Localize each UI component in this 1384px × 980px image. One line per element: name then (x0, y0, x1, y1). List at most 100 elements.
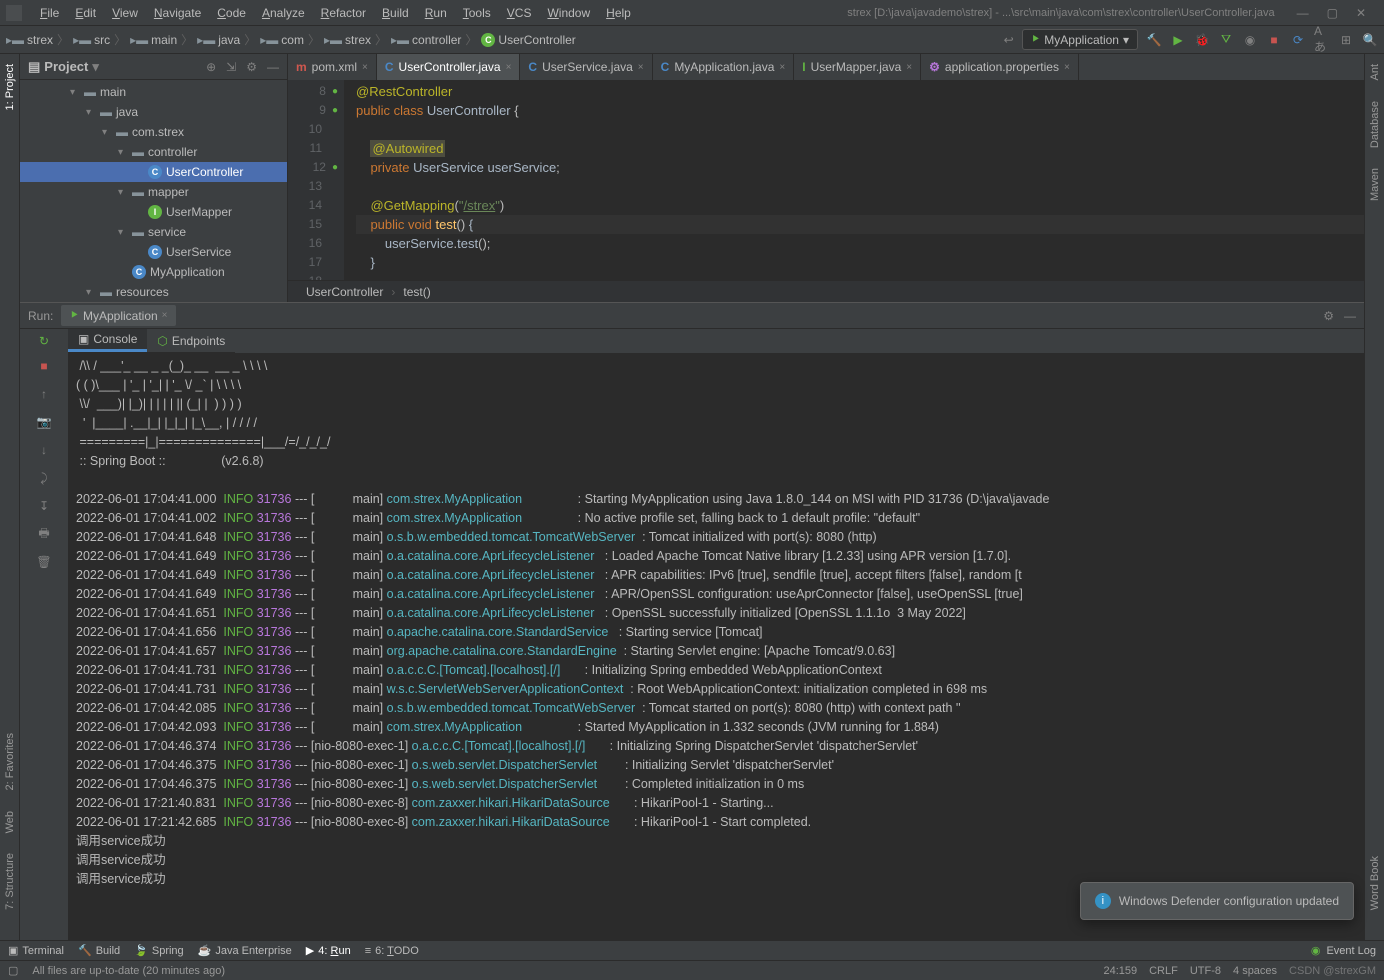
tab-application-properties[interactable]: ⚙application.properties× (921, 54, 1079, 80)
tree-item-resources[interactable]: ▾▬resources (20, 282, 287, 302)
watermark: CSDN @strexGM (1289, 965, 1376, 977)
settings-icon[interactable]: ⚙ (246, 60, 257, 74)
print-icon[interactable]: 🖶 (34, 525, 54, 543)
ant-tool-tab[interactable]: Ant (1369, 64, 1381, 81)
console-tab-endpoints[interactable]: ⬡ Endpoints (147, 329, 235, 352)
close-tab-icon[interactable]: × (162, 310, 168, 321)
menu-view[interactable]: View (104, 3, 146, 23)
toolwin-javaenterprise[interactable]: ☕Java Enterprise (198, 944, 292, 957)
tree-item-main[interactable]: ▾▬main (20, 82, 287, 102)
menu-vcs[interactable]: VCS (499, 3, 540, 23)
menu-help[interactable]: Help (598, 3, 639, 23)
maximize-icon[interactable]: ▢ (1327, 6, 1338, 20)
tab-pom-xml[interactable]: mpom.xml× (288, 54, 377, 80)
tree-item-service[interactable]: ▾▬service (20, 222, 287, 242)
menu-analyze[interactable]: Analyze (254, 3, 313, 23)
menu-build[interactable]: Build (374, 3, 417, 23)
text-icon[interactable]: Aあ (1314, 32, 1330, 48)
project-tree[interactable]: ▾▬main▾▬java▾▬com.strex▾▬controllerCUser… (20, 80, 287, 302)
tab-usermapper-java[interactable]: IUserMapper.java× (794, 54, 921, 80)
toolwin-spring[interactable]: 🍃Spring (134, 944, 184, 957)
breadcrumb-usercontroller[interactable]: C UserController (481, 33, 575, 47)
project-tool-tab[interactable]: 1: Project (4, 64, 16, 110)
crumb-method[interactable]: test() (403, 285, 430, 299)
menu-run[interactable]: Run (417, 3, 455, 23)
console-output[interactable]: /\\ / ___'_ __ _ _(_)_ __ __ _ \ \ \ \( … (68, 353, 1364, 940)
maven-tool-tab[interactable]: Maven (1369, 168, 1381, 201)
debug-icon[interactable]: 🐞 (1194, 32, 1210, 48)
tree-item-com-strex[interactable]: ▾▬com.strex (20, 122, 287, 142)
tree-item-usercontroller[interactable]: CUserController (20, 162, 287, 182)
tree-item-myapplication[interactable]: CMyApplication (20, 262, 287, 282)
hide-icon[interactable]: — (267, 60, 279, 74)
breadcrumb-java[interactable]: ▸▬ java (197, 33, 240, 47)
breadcrumb-com[interactable]: ▸▬ com (260, 33, 304, 47)
breadcrumb-src[interactable]: ▸▬ src (73, 33, 110, 47)
console-tab-console[interactable]: ▣ Console (68, 329, 147, 352)
close-icon[interactable]: ✕ (1356, 6, 1366, 20)
vcs-icon[interactable]: ▢ (8, 964, 18, 977)
tab-myapplication-java[interactable]: CMyApplication.java× (653, 54, 795, 80)
menu-edit[interactable]: Edit (67, 3, 104, 23)
menu-navigate[interactable]: Navigate (146, 3, 209, 23)
tree-item-java[interactable]: ▾▬java (20, 102, 287, 122)
toolwin-terminal[interactable]: ▣Terminal (8, 944, 64, 957)
wordbook-tool-tab[interactable]: Word Book (1369, 856, 1381, 910)
profile-icon[interactable]: ◉ (1242, 32, 1258, 48)
toolwin-build[interactable]: 🔨Build (78, 944, 120, 957)
back-icon[interactable]: ↩ (1004, 33, 1014, 47)
structure-tool-tab[interactable]: 7: Structure (4, 853, 16, 910)
stop-run-icon[interactable]: ■ (34, 357, 54, 375)
toolwin-4run[interactable]: ▶4: Run (306, 944, 351, 957)
coverage-icon[interactable]: ⛛ (1218, 32, 1234, 48)
web-tool-tab[interactable]: Web (4, 811, 16, 833)
scroll-icon[interactable]: ↧ (34, 497, 54, 515)
event-log[interactable]: Event Log (1326, 945, 1376, 957)
tab-usercontroller-java[interactable]: CUserController.java× (377, 54, 521, 80)
tree-item-userservice[interactable]: CUserService (20, 242, 287, 262)
select-opened-icon[interactable]: ⊕ (206, 60, 216, 74)
indent[interactable]: 4 spaces (1233, 965, 1277, 977)
minimize-icon[interactable]: — (1297, 6, 1309, 20)
breadcrumb-strex[interactable]: ▸▬ strex (324, 33, 371, 47)
menu-refactor[interactable]: Refactor (313, 3, 374, 23)
line-ending[interactable]: CRLF (1149, 965, 1178, 977)
down-icon[interactable]: ↓ (34, 441, 54, 459)
snapshot-icon[interactable]: 📷 (34, 413, 54, 431)
menu-tools[interactable]: Tools (455, 3, 499, 23)
build-icon[interactable]: 🔨 (1146, 32, 1162, 48)
trash-icon[interactable]: 🗑 (34, 553, 54, 571)
layout-icon[interactable]: ⊞ (1338, 32, 1354, 48)
project-panel-title[interactable]: ▤Project▾ (28, 59, 99, 75)
run-settings-icon[interactable]: ⚙ (1323, 309, 1334, 323)
tree-item-mapper[interactable]: ▾▬mapper (20, 182, 287, 202)
run-config-dropdown[interactable]: ⯈ MyApplication ▾ (1022, 29, 1138, 50)
update-icon[interactable]: ⟳ (1290, 32, 1306, 48)
code-editor[interactable]: @RestControllerpublic class UserControll… (344, 80, 1364, 280)
tree-item-controller[interactable]: ▾▬controller (20, 142, 287, 162)
tree-item-usermapper[interactable]: IUserMapper (20, 202, 287, 222)
wrap-icon[interactable]: ⤸ (34, 469, 54, 487)
caret-position[interactable]: 24:159 (1103, 965, 1137, 977)
toolwin-6todo[interactable]: ≡6: TODO (365, 945, 419, 957)
breadcrumb-strex[interactable]: ▸▬ strex (6, 33, 53, 47)
menu-file[interactable]: File (32, 3, 67, 23)
expand-icon[interactable]: ⇲ (226, 60, 236, 74)
tab-userservice-java[interactable]: CUserService.java× (520, 54, 652, 80)
favorites-tool-tab[interactable]: 2: Favorites (4, 733, 16, 790)
rerun-icon[interactable]: ↻ (39, 334, 49, 348)
run-hide-icon[interactable]: — (1344, 309, 1356, 323)
crumb-class[interactable]: UserController (306, 285, 383, 299)
notification-toast[interactable]: i Windows Defender configuration updated (1080, 882, 1354, 920)
menu-window[interactable]: Window (539, 3, 598, 23)
database-tool-tab[interactable]: Database (1369, 101, 1381, 148)
run-icon[interactable]: ▶ (1170, 32, 1186, 48)
search-icon[interactable]: 🔍 (1362, 32, 1378, 48)
menu-code[interactable]: Code (209, 3, 254, 23)
breadcrumb-controller[interactable]: ▸▬ controller (391, 33, 461, 47)
up-icon[interactable]: ↑ (34, 385, 54, 403)
run-tab[interactable]: ⯈ MyApplication × (61, 305, 175, 326)
encoding[interactable]: UTF-8 (1190, 965, 1221, 977)
stop-icon[interactable]: ■ (1266, 32, 1282, 48)
breadcrumb-main[interactable]: ▸▬ main (130, 33, 177, 47)
